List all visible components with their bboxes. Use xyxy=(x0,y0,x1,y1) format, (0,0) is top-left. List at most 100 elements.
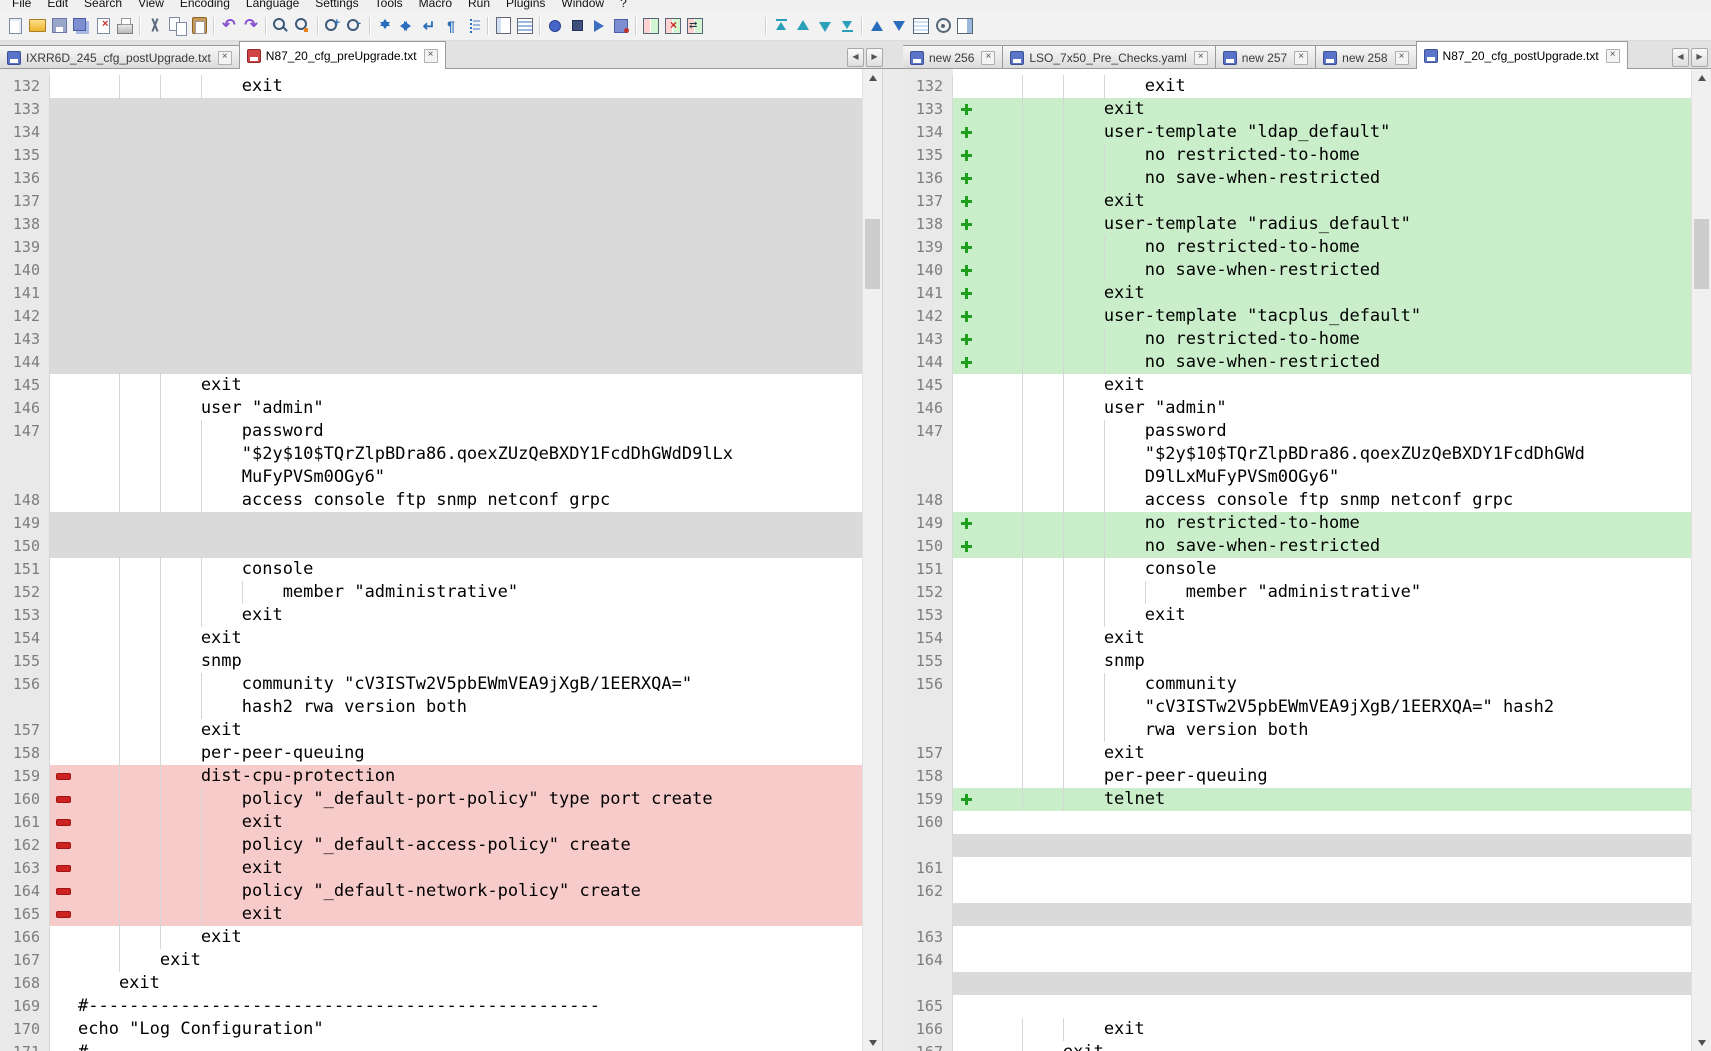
code-text[interactable] xyxy=(76,351,862,374)
show-all-characters-icon[interactable] xyxy=(441,16,461,35)
tab-scroll-left-icon[interactable]: ◀ xyxy=(1672,48,1689,67)
code-text[interactable]: dist-cpu-protection xyxy=(76,765,862,788)
code-text[interactable]: no save-when-restricted xyxy=(979,535,1691,558)
code-text[interactable]: #---------------------------------------… xyxy=(76,1041,862,1051)
code-text[interactable] xyxy=(979,949,1691,972)
code-text[interactable] xyxy=(76,305,862,328)
tab-close-icon[interactable]: × xyxy=(1194,51,1208,65)
code-text[interactable] xyxy=(76,259,862,282)
scroll-down-icon[interactable] xyxy=(1692,1034,1711,1051)
menu-item-encoding[interactable]: Encoding xyxy=(172,0,238,11)
tab-close-icon[interactable]: × xyxy=(218,51,232,65)
last-diff-icon[interactable] xyxy=(837,16,857,35)
code-text[interactable]: member "administrative" xyxy=(76,581,862,604)
code-text[interactable]: policy "_default-network-policy" create xyxy=(76,880,862,903)
code-text[interactable]: no save-when-restricted xyxy=(979,351,1691,374)
undo-icon[interactable] xyxy=(219,16,239,35)
menu-item-plugins[interactable]: Plugins xyxy=(498,0,553,11)
code-text[interactable] xyxy=(979,926,1691,949)
open-folder-icon[interactable] xyxy=(27,16,47,35)
code-text[interactable]: community "cV3ISTw2V5pbEWmVEA9jXgB/1EERX… xyxy=(76,673,862,696)
sync-scroll-h-icon[interactable] xyxy=(397,16,417,35)
find-icon[interactable] xyxy=(271,16,291,35)
code-text[interactable]: exit xyxy=(76,811,862,834)
redo-icon[interactable] xyxy=(241,16,261,35)
macro-play-icon[interactable] xyxy=(589,16,609,35)
code-text[interactable]: community xyxy=(979,673,1691,696)
code-text[interactable]: user-template "tacplus_default" xyxy=(979,305,1691,328)
tab-new-256[interactable]: new 256× xyxy=(903,45,1003,69)
copy-icon[interactable] xyxy=(167,16,187,35)
code-text[interactable]: snmp xyxy=(979,650,1691,673)
macro-record-icon[interactable] xyxy=(545,16,565,35)
code-text[interactable]: telnet xyxy=(979,788,1691,811)
tab-close-icon[interactable]: × xyxy=(1606,49,1620,63)
replace-icon[interactable] xyxy=(293,16,313,35)
tab-lso-7x50-pre-checks-yaml[interactable]: LSO_7x50_Pre_Checks.yaml× xyxy=(1002,45,1215,69)
code-text[interactable]: #---------------------------------------… xyxy=(76,995,862,1018)
scroll-up-icon[interactable] xyxy=(863,69,882,86)
code-text[interactable]: exit xyxy=(76,627,862,650)
code-text[interactable]: access console ftp snmp netconf grpc xyxy=(979,489,1691,512)
code-text[interactable] xyxy=(979,880,1691,903)
prev-diff-icon[interactable] xyxy=(793,16,813,35)
save-all-icon[interactable] xyxy=(71,16,91,35)
left-scrollbar-thumb[interactable] xyxy=(865,219,880,289)
menu-item-edit[interactable]: Edit xyxy=(39,0,76,11)
code-text[interactable]: D9lLxMuFyPVSm0OGy6" xyxy=(979,466,1691,489)
code-text[interactable]: no restricted-to-home xyxy=(979,236,1691,259)
tab-close-icon[interactable]: × xyxy=(424,49,438,63)
code-text[interactable]: no restricted-to-home xyxy=(979,144,1691,167)
arrow-down-icon[interactable] xyxy=(889,16,909,35)
code-text[interactable]: no save-when-restricted xyxy=(979,259,1691,282)
code-text[interactable]: per-peer-queuing xyxy=(979,765,1691,788)
code-text[interactable] xyxy=(979,995,1691,1018)
code-text[interactable]: no restricted-to-home xyxy=(979,328,1691,351)
paste-icon[interactable] xyxy=(189,16,209,35)
code-text[interactable]: user "admin" xyxy=(76,397,862,420)
code-text[interactable]: exit xyxy=(979,604,1691,627)
code-text[interactable]: snmp xyxy=(76,650,862,673)
scroll-up-icon[interactable] xyxy=(1692,69,1711,86)
right-scrollbar[interactable] xyxy=(1691,69,1711,1051)
word-wrap-icon[interactable] xyxy=(419,16,439,35)
save-icon[interactable] xyxy=(49,16,69,35)
tab-ixrr6d-245-cfg-postupgrade-txt[interactable]: IXRR6D_245_cfg_postUpgrade.txt× xyxy=(0,45,240,69)
code-text[interactable]: exit xyxy=(76,374,862,397)
code-text[interactable] xyxy=(979,834,1691,857)
code-text[interactable] xyxy=(76,167,862,190)
code-text[interactable]: "cV3ISTw2V5pbEWmVEA9jXgB/1EERXQA=" hash2 xyxy=(979,696,1691,719)
menu-item-file[interactable]: File xyxy=(4,0,39,11)
pane-splitter[interactable] xyxy=(882,69,905,1051)
code-text[interactable]: exit xyxy=(76,719,862,742)
code-text[interactable]: MuFyPVSm0OGy6" xyxy=(76,466,862,489)
code-text[interactable]: console xyxy=(76,558,862,581)
code-text[interactable]: user-template "radius_default" xyxy=(979,213,1691,236)
menu-item-tools[interactable]: Tools xyxy=(367,0,411,11)
tab-scroll-right-icon[interactable]: ▶ xyxy=(866,48,883,67)
code-text[interactable]: exit xyxy=(979,742,1691,765)
code-text[interactable]: member "administrative" xyxy=(979,581,1691,604)
next-diff-icon[interactable] xyxy=(815,16,835,35)
menu-item-settings[interactable]: Settings xyxy=(307,0,366,11)
code-text[interactable] xyxy=(76,535,862,558)
zoom-out-icon[interactable] xyxy=(345,16,365,35)
code-text[interactable] xyxy=(979,903,1691,926)
code-text[interactable]: no save-when-restricted xyxy=(979,167,1691,190)
tab-close-icon[interactable]: × xyxy=(1294,51,1308,65)
code-text[interactable]: policy "_default-port-policy" type port … xyxy=(76,788,862,811)
code-text[interactable]: exit xyxy=(979,1018,1691,1041)
menu-item-window[interactable]: Window xyxy=(553,0,612,11)
code-text[interactable] xyxy=(979,857,1691,880)
right-editor-pane[interactable]: 132 exit133 exit134 user-template "ldap_… xyxy=(903,69,1691,1051)
code-text[interactable] xyxy=(76,144,862,167)
code-text[interactable]: exit xyxy=(76,75,862,98)
tab-scroll-right-icon[interactable]: ▶ xyxy=(1691,48,1708,67)
tab-n87-20-cfg-preupgrade-txt[interactable]: N87_20_cfg_preUpgrade.txt× xyxy=(239,41,446,69)
compare-icon[interactable] xyxy=(641,16,661,35)
code-text[interactable] xyxy=(76,121,862,144)
code-text[interactable]: exit xyxy=(979,374,1691,397)
right-scrollbar-thumb[interactable] xyxy=(1694,219,1709,289)
indent-guide-icon[interactable] xyxy=(463,16,483,35)
cut-icon[interactable] xyxy=(145,16,165,35)
